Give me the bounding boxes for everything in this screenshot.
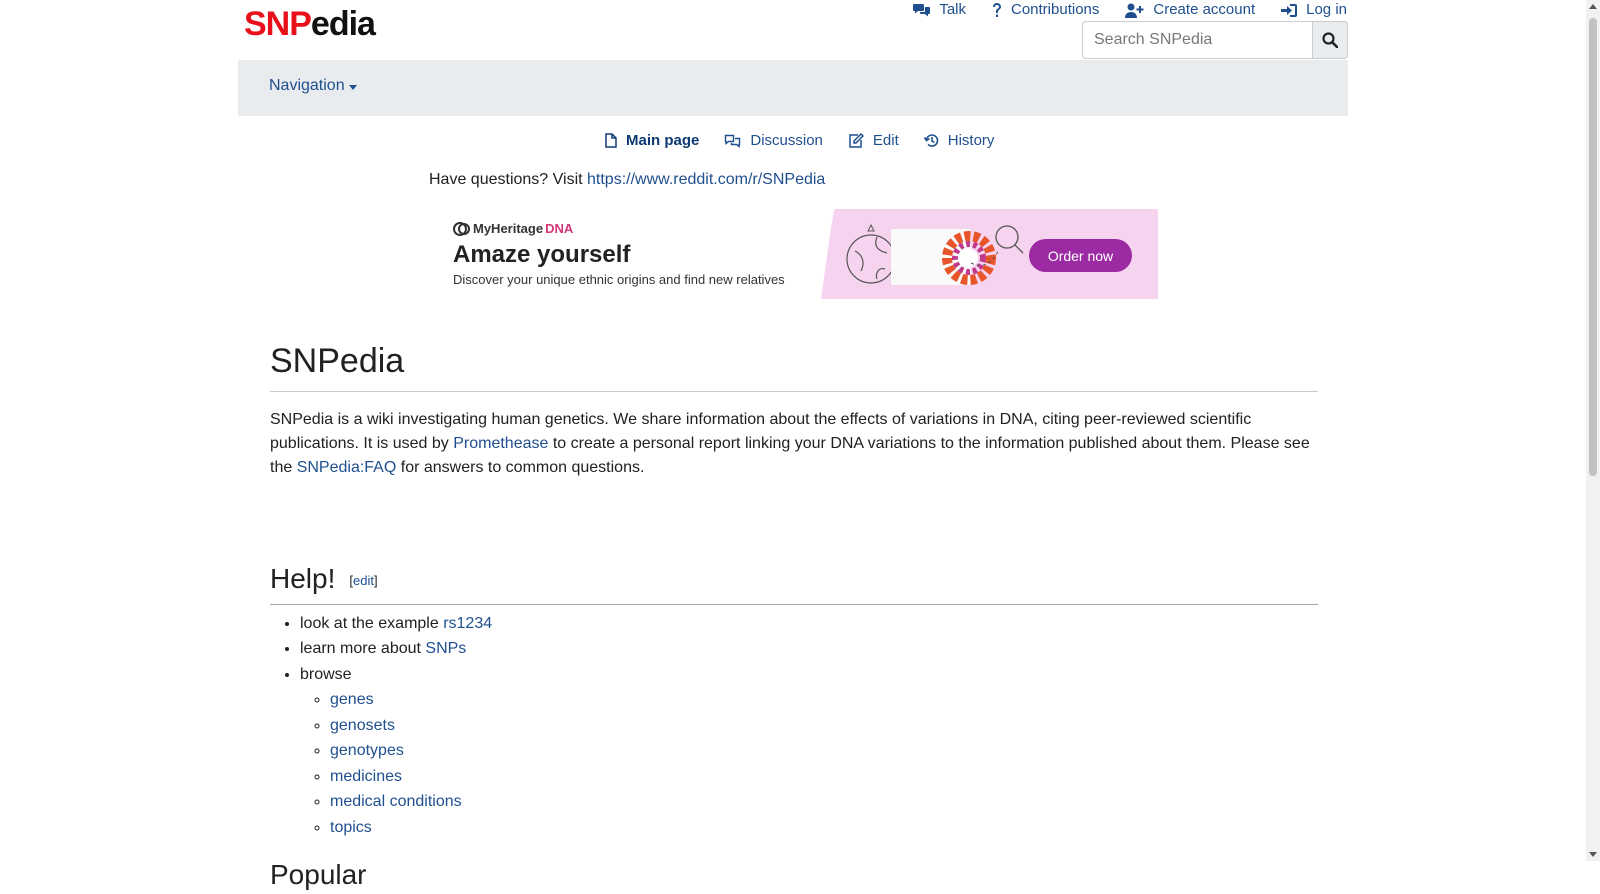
genes-link[interactable]: genes xyxy=(330,691,374,708)
tab-history[interactable]: History xyxy=(923,132,995,149)
help-edit-link[interactable]: edit xyxy=(353,573,374,588)
browse-item: genosets xyxy=(330,713,1318,739)
scrollbar-thumb[interactable] xyxy=(1589,18,1597,476)
rs1234-link[interactable]: rs1234 xyxy=(443,615,492,632)
myheritage-logo-icon xyxy=(453,221,470,236)
ad-subtext: Discover your unique ethnic origins and … xyxy=(453,272,785,287)
edit-icon xyxy=(849,133,864,148)
page-title: SNPedia xyxy=(270,335,1318,392)
login-link[interactable]: Log in xyxy=(1281,0,1347,20)
list-item-text: learn more about xyxy=(300,640,426,658)
list-item: browse genes genosets genotypes medicine… xyxy=(300,662,1318,841)
create-account-link[interactable]: Create account xyxy=(1125,0,1255,20)
advertisement-banner[interactable]: MyHeritage DNA Amaze yourself Discover yo… xyxy=(429,209,1158,299)
nav-bar: Navigation xyxy=(238,60,1348,116)
personal-tools: Talk Contributions Create account Log in xyxy=(887,0,1347,20)
sign-in-icon xyxy=(1281,3,1298,17)
tab-history-label: History xyxy=(947,132,995,149)
user-plus-icon xyxy=(1125,3,1144,18)
caret-down-icon xyxy=(348,84,357,90)
help-list: look at the example rs1234 learn more ab… xyxy=(270,611,1318,841)
login-label: Log in xyxy=(1306,1,1347,18)
intro-text-3: for answers to common questions. xyxy=(396,459,645,476)
logo-part-edia: edia xyxy=(310,5,376,43)
medicines-link[interactable]: medicines xyxy=(330,768,402,785)
create-account-label: Create account xyxy=(1153,1,1256,18)
browse-list: genes genosets genotypes medicines medic… xyxy=(300,687,1318,840)
comments-icon xyxy=(913,4,931,17)
search-icon xyxy=(1322,32,1338,48)
browse-item: genotypes xyxy=(330,738,1318,764)
scroll-down-icon[interactable] xyxy=(1589,852,1597,857)
tab-main-page[interactable]: Main page xyxy=(605,132,699,149)
list-item-text: look at the example xyxy=(300,614,444,632)
help-edit-section: [edit] xyxy=(349,572,378,588)
intro-paragraph: SNPedia is a wiki investigating human ge… xyxy=(270,408,1318,480)
list-item-text: browse xyxy=(300,665,352,683)
topics-link[interactable]: topics xyxy=(330,819,372,836)
ad-order-now-button[interactable]: Order now xyxy=(1029,239,1132,272)
ad-brand-name: MyHeritage xyxy=(473,221,544,236)
list-item: look at the example rs1234 xyxy=(300,611,1318,637)
history-icon xyxy=(923,134,939,147)
popular-heading: Popular xyxy=(270,859,367,891)
help-heading: Help! [edit] xyxy=(270,560,1318,605)
talk-label: Talk xyxy=(939,1,966,18)
contributions-label: Contributions xyxy=(1011,1,1100,18)
genosets-link[interactable]: genosets xyxy=(330,717,395,734)
medical-conditions-link[interactable]: medical conditions xyxy=(330,793,462,810)
page-tabs: Main page Discussion Edit History xyxy=(605,132,1019,149)
question-icon xyxy=(993,2,1001,17)
browse-item: topics xyxy=(330,815,1318,841)
tab-edit-label: Edit xyxy=(872,132,899,149)
reddit-link[interactable]: https://www.reddit.com/r/SNPedia xyxy=(587,171,825,188)
promethease-link[interactable]: Promethease xyxy=(453,435,548,452)
search-button[interactable] xyxy=(1312,21,1348,59)
navigation-dropdown[interactable]: Navigation xyxy=(269,77,357,95)
search-form xyxy=(1082,21,1348,59)
page-scrollbar[interactable] xyxy=(1586,0,1600,861)
file-icon xyxy=(605,133,617,148)
help-heading-text: Help! xyxy=(270,563,336,594)
tab-main-page-label: Main page xyxy=(626,132,700,149)
browse-item: medicines xyxy=(330,764,1318,790)
ad-brand-dna: DNA xyxy=(545,221,574,236)
talk-link[interactable]: Talk xyxy=(913,0,966,20)
genotypes-link[interactable]: genotypes xyxy=(330,742,404,759)
browse-item: medical conditions xyxy=(330,789,1318,815)
tab-discussion[interactable]: Discussion xyxy=(724,132,823,149)
tab-edit[interactable]: Edit xyxy=(848,132,899,149)
notice-text: Have questions? Visit xyxy=(429,171,588,188)
logo-part-snp: SNP xyxy=(244,5,312,43)
site-logo[interactable]: SNPedia xyxy=(244,4,376,44)
snps-link[interactable]: SNPs xyxy=(425,640,466,657)
ad-headline: Amaze yourself xyxy=(453,241,631,268)
list-item: learn more about SNPs xyxy=(300,636,1318,662)
site-notice: Have questions? Visit https://www.reddit… xyxy=(429,171,825,189)
navigation-label: Navigation xyxy=(269,77,345,94)
discussion-icon xyxy=(725,134,741,148)
main-content: SNPedia SNPedia is a wiki investigating … xyxy=(270,335,1318,894)
ad-brand: MyHeritage DNA xyxy=(453,221,573,236)
tab-discussion-label: Discussion xyxy=(750,132,823,149)
search-input[interactable] xyxy=(1082,21,1312,59)
browse-item: genes xyxy=(330,687,1318,713)
faq-link[interactable]: SNPedia:FAQ xyxy=(297,459,397,476)
contributions-link[interactable]: Contributions xyxy=(992,0,1099,20)
scroll-up-icon[interactable] xyxy=(1589,4,1597,9)
magnifier-dna-icon xyxy=(970,225,1024,266)
